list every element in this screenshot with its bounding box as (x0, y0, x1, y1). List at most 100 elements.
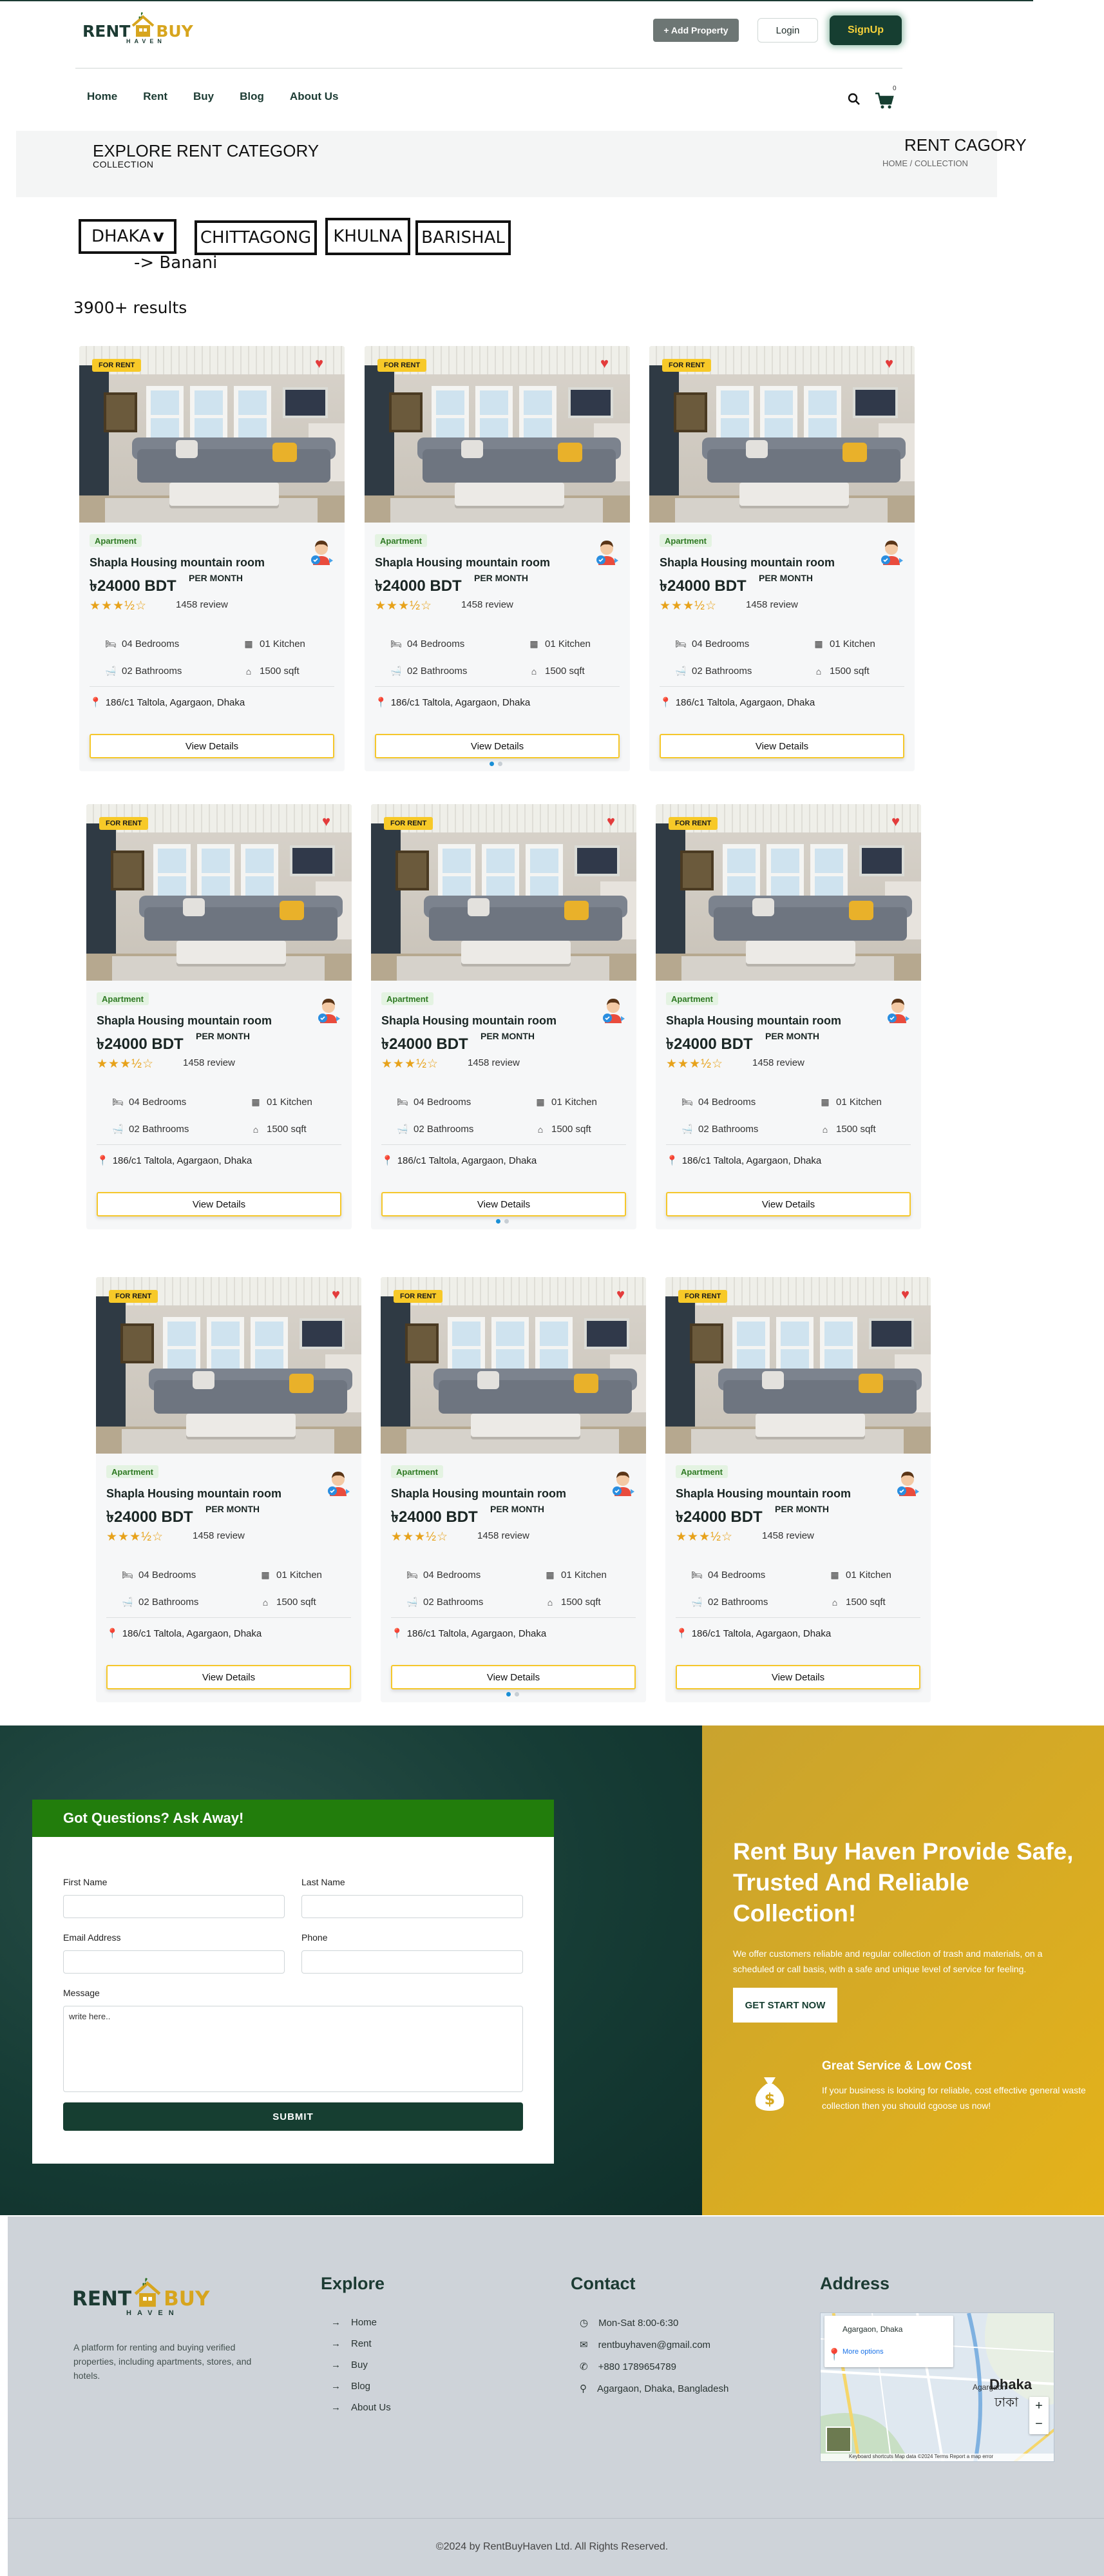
map-satellite-toggle[interactable] (826, 2427, 852, 2452)
header-divider (75, 68, 902, 69)
nav-about[interactable]: About Us (290, 90, 339, 103)
footer-link-home[interactable]: → Home (331, 2317, 391, 2328)
carousel-dot-active[interactable] (496, 1219, 500, 1224)
property-title[interactable]: Shapla Housing mountain room (391, 1487, 566, 1501)
login-button[interactable]: Login (757, 18, 818, 43)
view-details-button[interactable]: View Details (666, 1192, 911, 1216)
rating-stars: ★★★½☆ (375, 599, 432, 613)
submit-button[interactable]: SUBMIT (63, 2102, 523, 2131)
property-title[interactable]: Shapla Housing mountain room (375, 556, 550, 570)
view-details-button[interactable]: View Details (391, 1665, 636, 1689)
property-photo[interactable]: FOR RENT ♥ (665, 1277, 931, 1454)
property-photo[interactable]: FOR RENT ♥ (96, 1277, 361, 1454)
search-icon[interactable] (848, 93, 861, 106)
first-name-input[interactable] (63, 1895, 285, 1918)
phone-input[interactable] (301, 1950, 523, 1974)
agent-avatar-icon[interactable] (609, 1468, 636, 1497)
property-photo[interactable]: FOR RENT ♥ (79, 346, 345, 523)
agent-avatar-icon[interactable] (894, 1468, 921, 1497)
favorite-heart-icon[interactable]: ♥ (616, 1287, 625, 1302)
nav-buy[interactable]: Buy (193, 90, 214, 103)
property-title[interactable]: Shapla Housing mountain room (660, 556, 835, 570)
add-property-button[interactable]: + Add Property (653, 19, 739, 42)
property-photo[interactable]: FOR RENT ♥ (381, 1277, 646, 1454)
property-card-1[interactable]: FOR RENT ♥ Apartment Shapla Housing moun… (79, 346, 345, 771)
agent-avatar-icon[interactable] (308, 537, 335, 566)
feature-area: ⌂ 1500 sqft (819, 1124, 876, 1135)
view-details-button[interactable]: View Details (375, 734, 620, 758)
location-map[interactable]: Agargaon, Dhaka More options 📍 Dhaka ঢাক… (820, 2312, 1054, 2462)
carousel-dot-active[interactable] (506, 1692, 511, 1697)
agent-avatar-icon[interactable] (593, 537, 620, 566)
map-more-options[interactable]: More options (842, 2348, 946, 2356)
footer-link-about[interactable]: → About Us (331, 2402, 391, 2413)
city-dhaka-dropdown[interactable]: DHAKA v (79, 219, 176, 254)
property-photo[interactable]: FOR RENT ♥ (371, 804, 636, 981)
carousel-dot[interactable] (515, 1692, 519, 1697)
property-photo[interactable]: FOR RENT ♥ (365, 346, 630, 523)
sub-location-banani[interactable]: -> Banani (134, 253, 217, 273)
property-card-6[interactable]: FOR RENT ♥ Apartment Shapla Housing moun… (656, 804, 921, 1229)
location-pin-icon: 📍 (97, 1155, 109, 1166)
property-title[interactable]: Shapla Housing mountain room (676, 1487, 851, 1501)
favorite-heart-icon[interactable]: ♥ (901, 1287, 909, 1302)
favorite-heart-icon[interactable]: ♥ (332, 1287, 340, 1302)
carousel-dot-active[interactable] (490, 762, 494, 766)
property-title[interactable]: Shapla Housing mountain room (381, 1014, 557, 1028)
footer-link-rent[interactable]: → Rent (331, 2338, 391, 2349)
nav-rent[interactable]: Rent (143, 90, 167, 103)
property-title[interactable]: Shapla Housing mountain room (97, 1014, 272, 1028)
view-details-button[interactable]: View Details (676, 1665, 920, 1689)
property-card-4[interactable]: FOR RENT ♥ Apartment Shapla Housing moun… (86, 804, 352, 1229)
signup-button[interactable]: SignUp (830, 15, 902, 45)
property-photo[interactable]: FOR RENT ♥ (649, 346, 915, 523)
city-khulna-chip[interactable]: KHULNA (325, 218, 410, 255)
contact-phone[interactable]: ✆ +880 1789654789 (580, 2361, 728, 2373)
property-photo[interactable]: FOR RENT ♥ (656, 804, 921, 981)
city-chittagong-chip[interactable]: CHITTAGONG (195, 220, 317, 255)
property-photo[interactable]: FOR RENT ♥ (86, 804, 352, 981)
contact-email[interactable]: ✉ rentbuyhaven@gmail.com (580, 2339, 728, 2351)
property-card-5[interactable]: FOR RENT ♥ Apartment Shapla Housing moun… (371, 804, 636, 1229)
property-title[interactable]: Shapla Housing mountain room (666, 1014, 841, 1028)
view-details-button[interactable]: View Details (381, 1192, 626, 1216)
favorite-heart-icon[interactable]: ♥ (322, 814, 330, 829)
property-card-9[interactable]: FOR RENT ♥ Apartment Shapla Housing moun… (665, 1277, 931, 1702)
favorite-heart-icon[interactable]: ♥ (891, 814, 900, 829)
property-title[interactable]: Shapla Housing mountain room (106, 1487, 281, 1501)
favorite-heart-icon[interactable]: ♥ (315, 356, 323, 370)
agent-avatar-icon[interactable] (600, 995, 627, 1024)
nav-home[interactable]: Home (87, 90, 117, 103)
city-barishal-chip[interactable]: BARISHAL (415, 220, 511, 255)
message-textarea[interactable]: write here.. (63, 2006, 523, 2092)
nav-blog[interactable]: Blog (240, 90, 264, 103)
cart-button[interactable]: 0 (873, 85, 904, 111)
agent-avatar-icon[interactable] (878, 537, 905, 566)
favorite-heart-icon[interactable]: ♥ (607, 814, 615, 829)
view-details-button[interactable]: View Details (106, 1665, 351, 1689)
carousel-dot[interactable] (504, 1219, 509, 1224)
agent-avatar-icon[interactable] (315, 995, 342, 1024)
favorite-heart-icon[interactable]: ♥ (885, 356, 893, 370)
property-card-8[interactable]: FOR RENT ♥ Apartment Shapla Housing moun… (381, 1277, 646, 1702)
property-card-7[interactable]: FOR RENT ♥ Apartment Shapla Housing moun… (96, 1277, 361, 1702)
property-card-2[interactable]: FOR RENT ♥ Apartment Shapla Housing moun… (365, 346, 630, 771)
breadcrumb-home[interactable]: HOME (882, 159, 908, 168)
last-name-input[interactable] (301, 1895, 523, 1918)
carousel-dot[interactable] (498, 762, 502, 766)
footer-logo[interactable]: RENT BUY HAVEN (72, 2276, 209, 2317)
get-start-button[interactable]: GET START NOW (733, 1988, 837, 2023)
agent-avatar-icon[interactable] (325, 1468, 352, 1497)
view-details-button[interactable]: View Details (90, 734, 334, 758)
logo[interactable]: RENT BUY HAVEN (82, 10, 193, 44)
email-input[interactable] (63, 1950, 285, 1974)
footer-link-blog[interactable]: → Blog (331, 2381, 391, 2392)
agent-avatar-icon[interactable] (884, 995, 911, 1024)
footer-link-buy[interactable]: → Buy (331, 2360, 391, 2370)
property-title[interactable]: Shapla Housing mountain room (90, 556, 265, 570)
view-details-button[interactable]: View Details (97, 1192, 341, 1216)
property-card-3[interactable]: FOR RENT ♥ Apartment Shapla Housing moun… (649, 346, 915, 771)
map-zoom-controls[interactable]: + − (1029, 2397, 1049, 2434)
view-details-button[interactable]: View Details (660, 734, 904, 758)
favorite-heart-icon[interactable]: ♥ (600, 356, 609, 370)
